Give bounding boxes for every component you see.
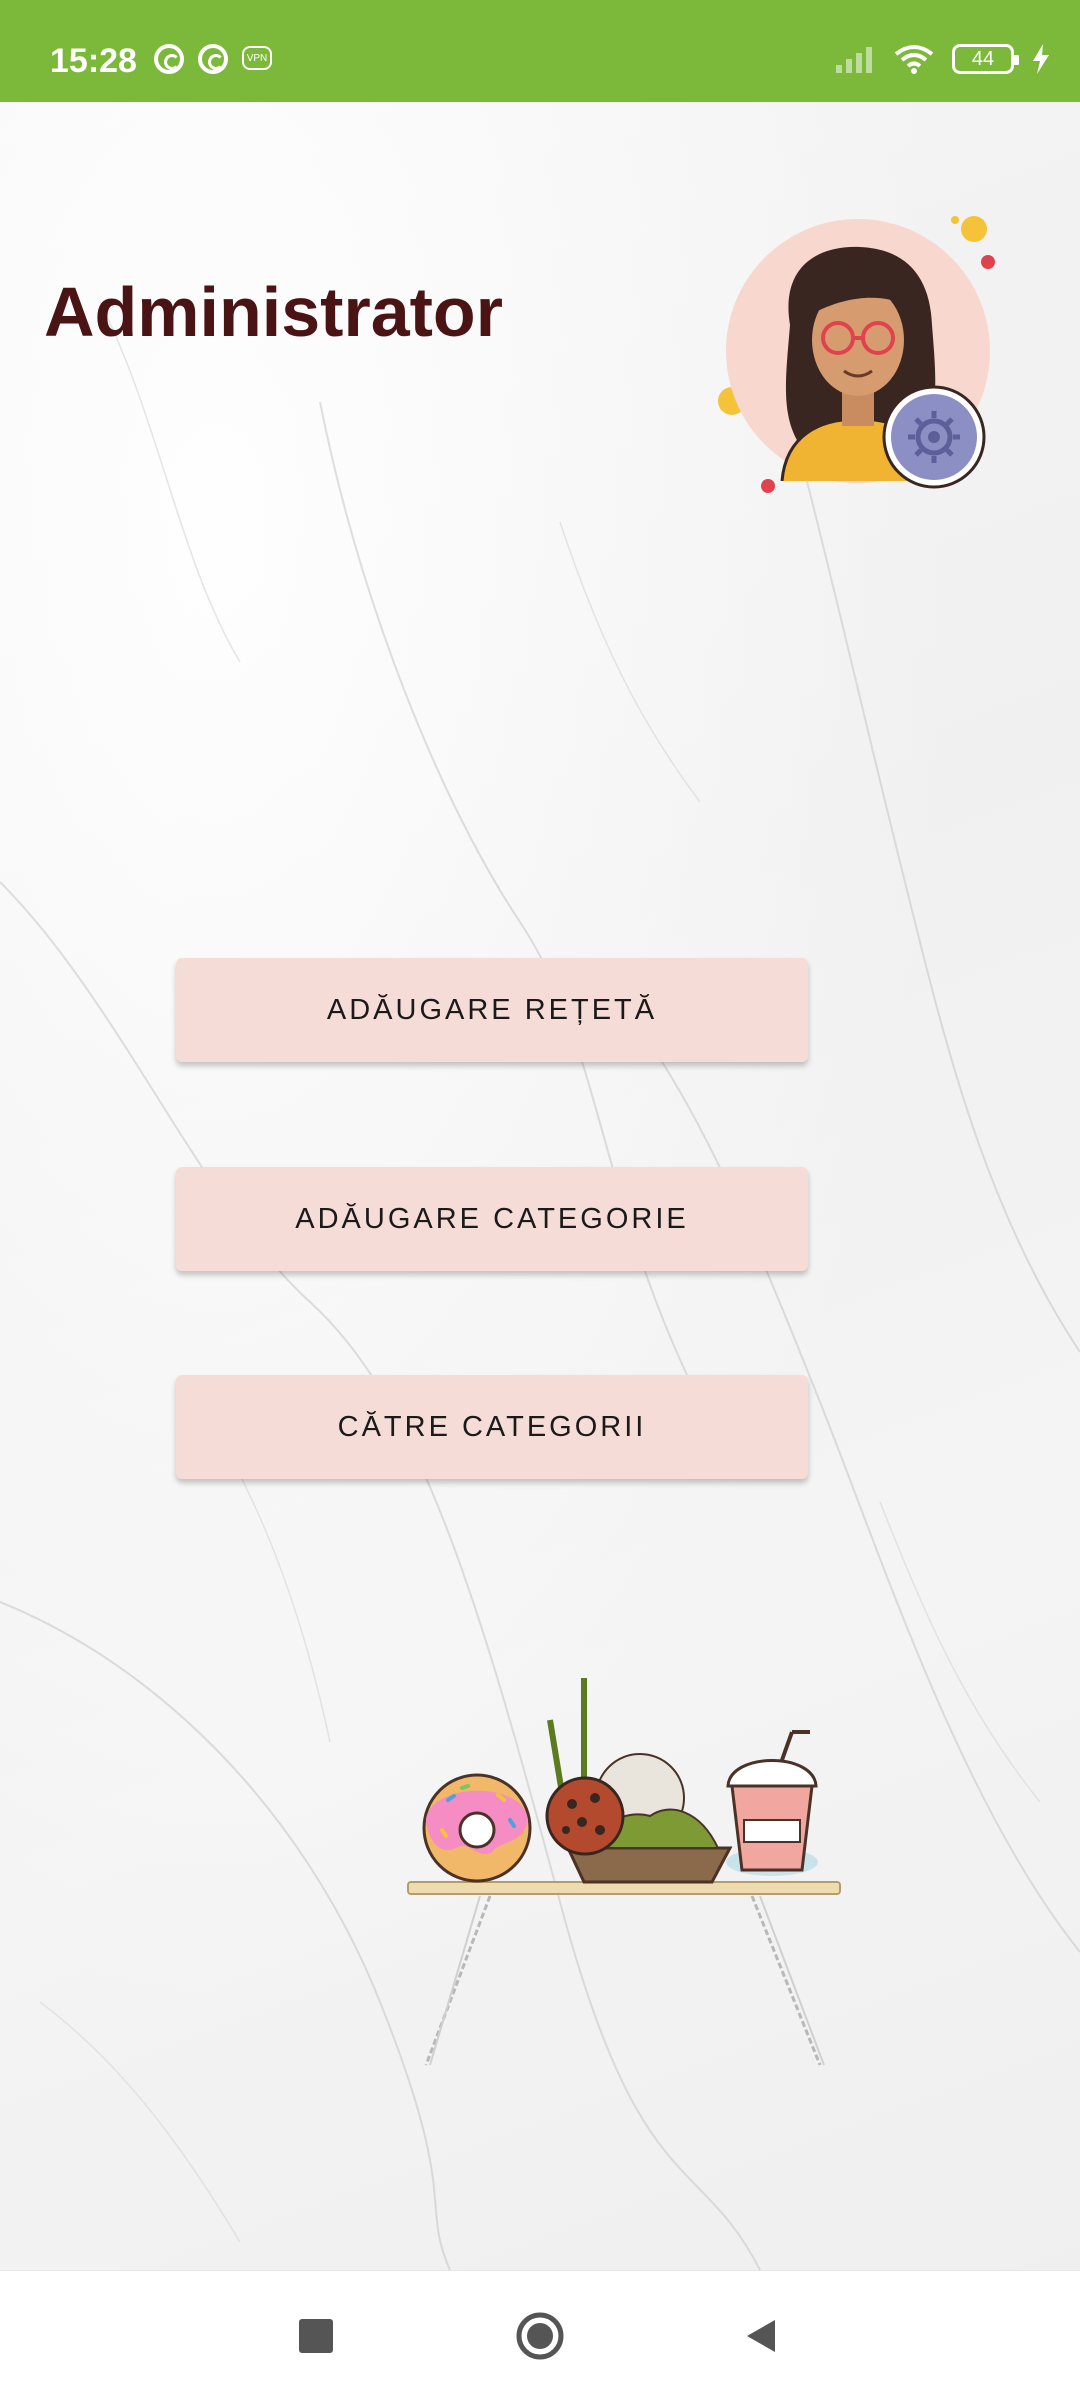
back-triangle-icon[interactable] (736, 2311, 786, 2361)
page-title: Administrator (44, 273, 503, 351)
status-notification-icons: VPN (154, 44, 272, 74)
vpn-badge-icon: VPN (242, 46, 272, 70)
signal-icon (836, 47, 872, 73)
charging-icon (1033, 44, 1049, 74)
wifi-icon (894, 45, 934, 74)
status-system-icons: 44 (836, 44, 1050, 74)
home-circle-icon[interactable] (515, 2311, 565, 2361)
admin-avatar[interactable] (710, 205, 1010, 505)
battery-icon: 44 (952, 44, 1019, 74)
food-table-illustration (400, 1670, 850, 2070)
battery-level: 44 (971, 47, 995, 70)
status-bar: 15:28 VPN 44 (0, 0, 1080, 102)
add-category-button[interactable]: ADĂUGARE CATEGORIE (176, 1167, 808, 1271)
navigation-bar (0, 2270, 1080, 2401)
sync-icon (198, 44, 228, 74)
status-time: 15:28 (50, 42, 137, 80)
categories-button[interactable]: CĂTRE CATEGORII (176, 1375, 808, 1479)
sync-icon (154, 44, 184, 74)
add-recipe-button[interactable]: ADĂUGARE REȚETĂ (176, 958, 808, 1062)
settings-icon[interactable] (882, 385, 986, 489)
recents-square-icon[interactable] (291, 2311, 341, 2361)
